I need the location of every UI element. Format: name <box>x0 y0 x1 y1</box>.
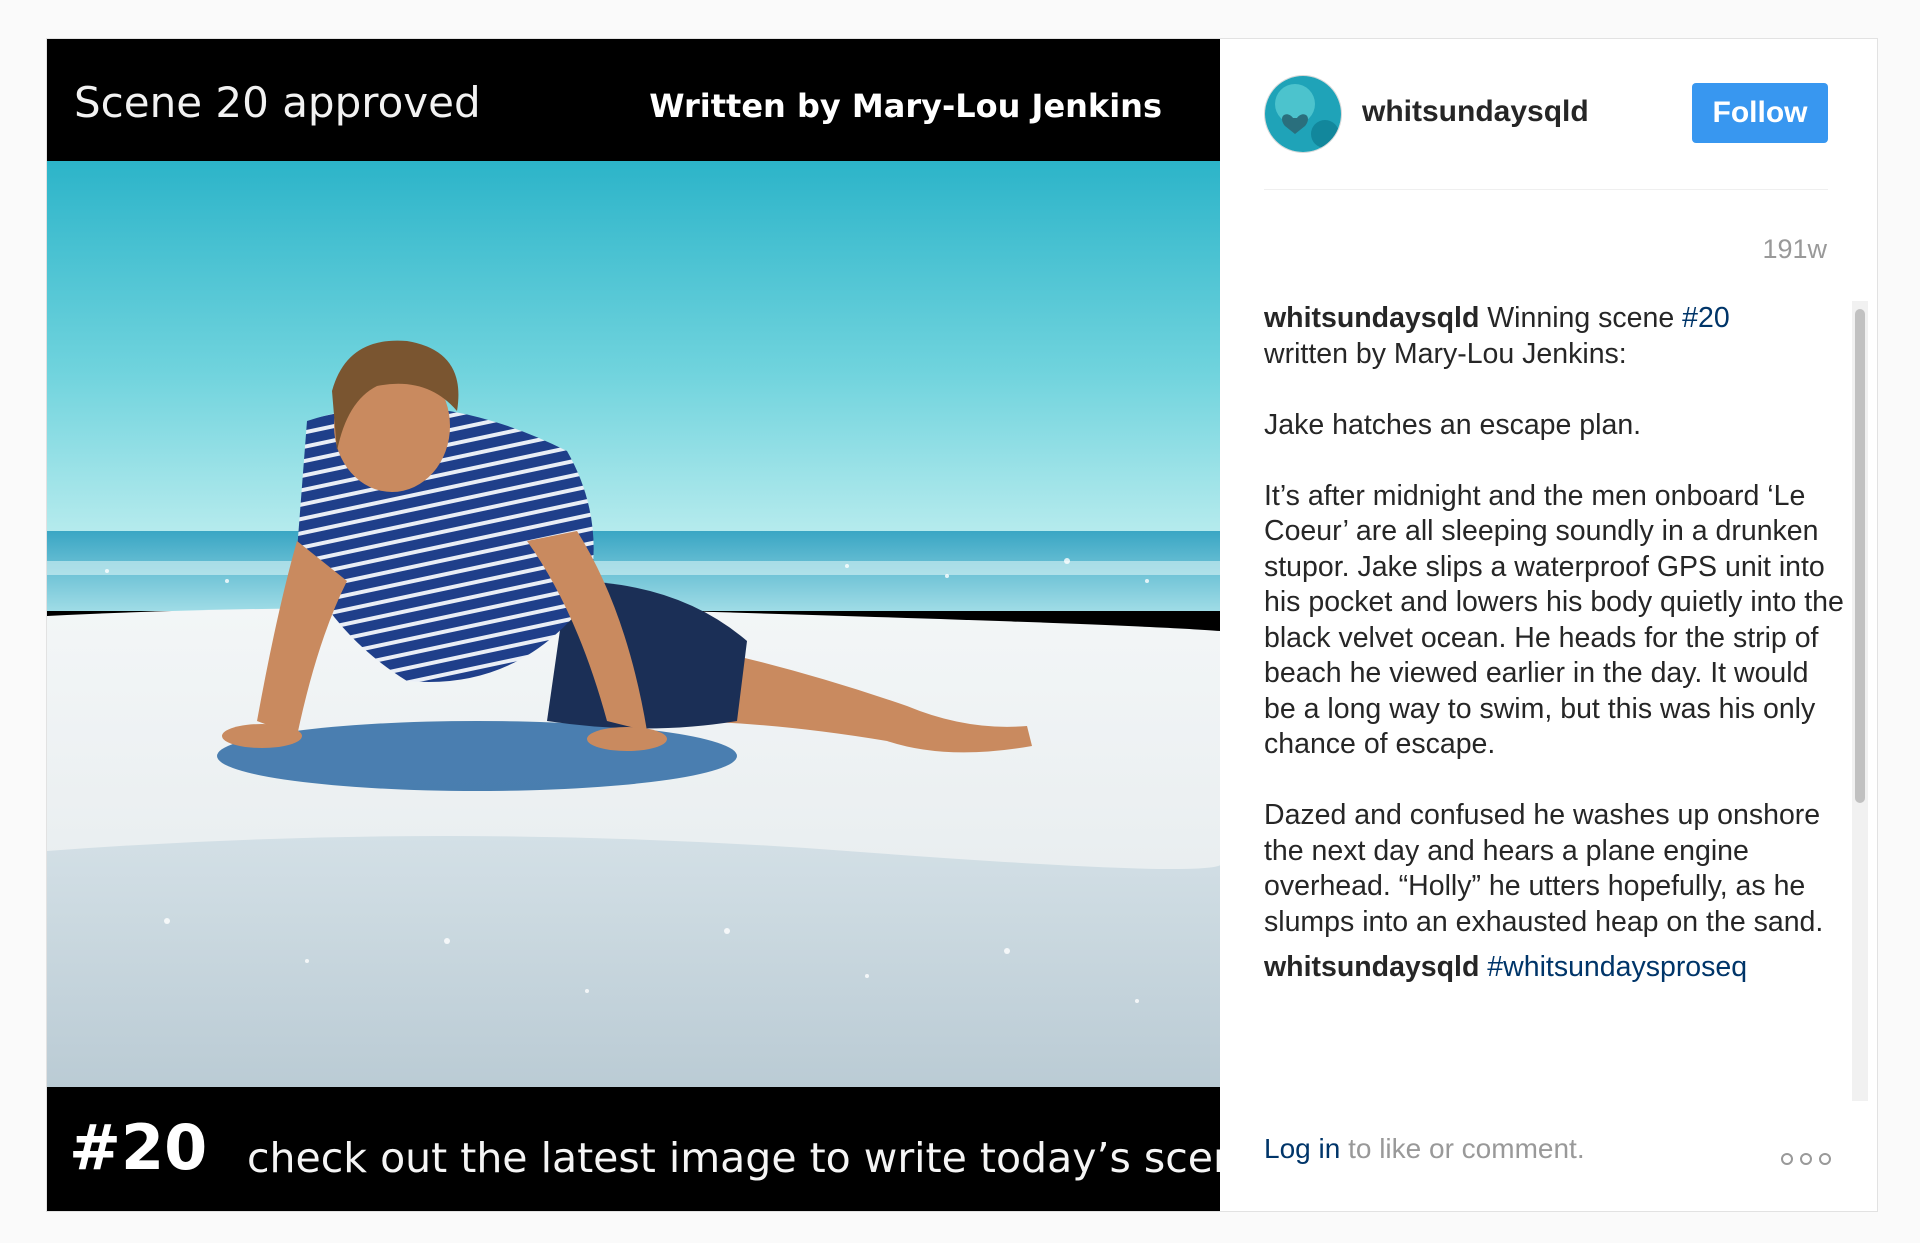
caption-paragraph-3: Dazed and confused he washes up onshore … <box>1264 799 1824 938</box>
scene-cta-text: check out the latest image to write toda… <box>247 1134 1265 1182</box>
post-card: Scene 20 approved Written by Mary-Lou Je… <box>46 38 1878 1212</box>
beach-photo <box>47 161 1220 1087</box>
next-comment-hashtag[interactable]: #whitsundaysproseq <box>1487 951 1747 983</box>
login-link[interactable]: Log in <box>1264 1133 1340 1164</box>
scene-number-text: #20 <box>69 1111 208 1184</box>
more-options-icon[interactable] <box>1781 1153 1831 1165</box>
post-sidebar: whitsundaysqld Follow 191w whitsundaysql… <box>1220 39 1877 1211</box>
login-prompt-text: to like or comment. <box>1348 1133 1585 1164</box>
username-link[interactable]: whitsundaysqld <box>1362 95 1589 129</box>
more-dot-1 <box>1781 1153 1793 1165</box>
post-header: whitsundaysqld Follow <box>1264 75 1828 190</box>
media-bottom-banner: #20 check out the latest image to write … <box>47 1087 1264 1211</box>
login-prompt: Log in to like or comment. <box>1264 1133 1585 1165</box>
caption-paragraph-2: It’s after midnight and the men onboard … <box>1264 479 1844 761</box>
follow-button[interactable]: Follow <box>1692 83 1828 143</box>
caption-intro: whitsundaysqld Winning scene #20 written… <box>1264 301 1844 372</box>
caption-paragraph-1: Jake hatches an escape plan. <box>1264 408 1642 441</box>
post-footer: Log in to like or comment. <box>1220 1101 1877 1211</box>
avatar-image <box>1265 76 1341 152</box>
comments-scrollbar[interactable] <box>1852 301 1868 1119</box>
next-comment: whitsundaysqld #whitsundaysproseq <box>1264 950 1844 986</box>
post-media[interactable]: Scene 20 approved Written by Mary-Lou Je… <box>47 39 1264 1211</box>
scene-approved-text: Scene 20 approved <box>74 78 481 127</box>
scrollbar-thumb[interactable] <box>1855 309 1865 803</box>
written-by-text: Written by Mary-Lou Jenkins <box>649 87 1162 125</box>
more-dot-2 <box>1800 1153 1812 1165</box>
more-dot-3 <box>1819 1153 1831 1165</box>
caption-hashtag[interactable]: #20 <box>1682 302 1730 334</box>
heart-reef-avatar-icon[interactable] <box>1264 75 1342 153</box>
caption-comments: whitsundaysqld Winning scene #20 written… <box>1264 301 1844 1119</box>
caption-intro-tail: written by Mary-Lou Jenkins: <box>1264 337 1627 370</box>
caption-intro-text: Winning scene <box>1487 302 1675 334</box>
caption-username[interactable]: whitsundaysqld <box>1264 302 1479 334</box>
media-top-banner: Scene 20 approved Written by Mary-Lou Je… <box>47 39 1220 161</box>
post-timestamp[interactable]: 191w <box>1762 234 1827 265</box>
beach-photo-illustration <box>47 161 1220 1087</box>
next-comment-username[interactable]: whitsundaysqld <box>1264 951 1479 983</box>
